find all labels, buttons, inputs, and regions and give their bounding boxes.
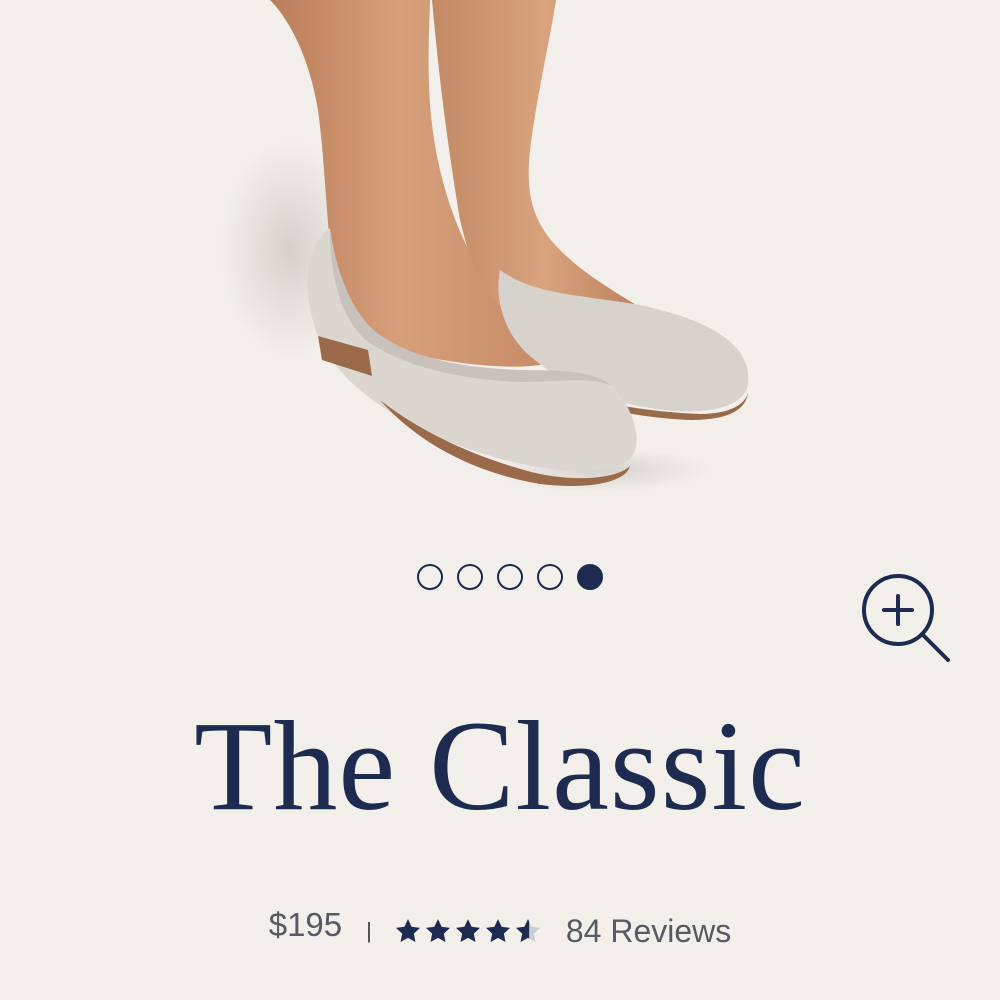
gallery-pagination [0,564,1000,590]
product-price: $195 [268,906,343,943]
zoom-in-icon[interactable] [856,570,956,670]
gallery-dot[interactable] [537,564,563,590]
meta-separator: | [366,918,372,943]
gallery-dot-active[interactable] [577,564,603,590]
gallery-dot[interactable] [497,564,523,590]
star-half-icon [515,919,540,942]
star-icon [485,919,510,942]
reviews-link[interactable]: 84 Reviews [566,913,731,950]
star-icon [455,919,480,942]
product-title: The Classic [194,695,806,837]
product-image[interactable] [0,0,1000,540]
gallery-dot[interactable] [457,564,483,590]
product-meta: $195 | 84 Reviews [0,906,1000,950]
star-icon [425,919,450,942]
gallery-dot[interactable] [417,564,443,590]
product-page: The Classic $195 | 84 Reviews [0,0,1000,1000]
rating-stars[interactable] [394,917,542,945]
star-icon [395,919,420,942]
